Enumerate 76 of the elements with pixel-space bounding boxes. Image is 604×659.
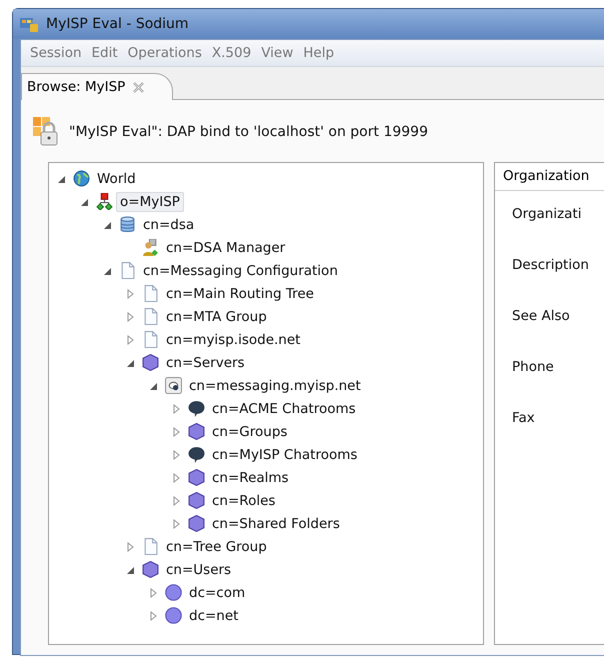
connection-message: "MyISP Eval": DAP bind to 'localhost' on port 19999 bbox=[69, 124, 428, 140]
expand-arrow-icon[interactable] bbox=[172, 450, 182, 460]
app-icon bbox=[20, 16, 38, 32]
document-icon bbox=[142, 331, 159, 348]
collapse-arrow-icon[interactable] bbox=[57, 174, 67, 184]
document-icon bbox=[142, 538, 159, 555]
collapse-arrow-icon[interactable] bbox=[126, 358, 136, 368]
section-tab[interactable]: Organization bbox=[495, 163, 604, 191]
expand-arrow-icon[interactable] bbox=[126, 334, 136, 344]
hierarchy-icon bbox=[96, 193, 113, 210]
collapse-arrow-icon[interactable] bbox=[103, 220, 113, 230]
expand-arrow-icon[interactable] bbox=[149, 588, 159, 598]
collapse-arrow-icon[interactable] bbox=[149, 380, 159, 390]
tree-item[interactable]: cn=Groups bbox=[208, 422, 292, 442]
collapse-arrow-icon[interactable] bbox=[103, 266, 113, 276]
editor-tab[interactable]: Browse: MyISP bbox=[21, 73, 174, 100]
tree-item[interactable]: cn=MyISP Chatrooms bbox=[208, 444, 362, 464]
tree-item[interactable]: cn=MTA Group bbox=[162, 306, 271, 326]
close-icon[interactable] bbox=[133, 82, 144, 92]
expand-arrow-icon[interactable] bbox=[126, 312, 136, 322]
document-icon bbox=[119, 262, 136, 279]
expand-arrow-icon[interactable] bbox=[126, 542, 136, 552]
tree-item[interactable]: dc=com bbox=[185, 582, 250, 602]
tree-item[interactable]: cn=Users bbox=[162, 560, 236, 580]
cube-icon bbox=[188, 492, 205, 509]
tree-item[interactable]: cn=Main Routing Tree bbox=[162, 284, 318, 304]
menu-item[interactable]: X.509 bbox=[206, 45, 256, 61]
menu-item[interactable]: Session bbox=[25, 45, 87, 61]
tree-item[interactable]: dc=net bbox=[185, 606, 242, 626]
tree-item[interactable]: cn=DSA Manager bbox=[162, 238, 290, 258]
expand-arrow-icon[interactable] bbox=[126, 288, 136, 298]
cube-icon bbox=[142, 561, 159, 578]
menu-item[interactable]: Operations bbox=[122, 45, 207, 61]
tree-item[interactable]: cn=Messaging Configuration bbox=[139, 260, 342, 280]
document-icon bbox=[142, 308, 159, 325]
tree-item[interactable]: World bbox=[93, 168, 140, 188]
collapse-arrow-icon[interactable] bbox=[126, 564, 136, 574]
expand-arrow-icon[interactable] bbox=[172, 472, 182, 482]
tree-item[interactable]: cn=messaging.myisp.net bbox=[185, 376, 365, 396]
speech-bubble-icon bbox=[188, 400, 205, 417]
cube-icon bbox=[188, 469, 205, 486]
expand-arrow-icon[interactable] bbox=[172, 426, 182, 436]
tree-item[interactable]: cn=Realms bbox=[208, 468, 293, 488]
field-label: Description bbox=[512, 257, 589, 273]
menu-item[interactable]: View bbox=[256, 45, 298, 61]
field-label: Phone bbox=[512, 359, 554, 375]
window-title: MyISP Eval - Sodium bbox=[46, 16, 189, 32]
expand-arrow-icon[interactable] bbox=[149, 610, 159, 620]
tree-item[interactable]: cn=Roles bbox=[208, 490, 280, 510]
field-label: Fax bbox=[512, 410, 535, 426]
expand-arrow-icon[interactable] bbox=[172, 518, 182, 528]
tree-item[interactable]: cn=myisp.isode.net bbox=[162, 330, 304, 350]
cube-icon bbox=[188, 423, 205, 440]
tree-item[interactable]: o=MyISP bbox=[116, 192, 184, 212]
menu-item[interactable]: Edit bbox=[86, 45, 123, 61]
tree-item[interactable]: cn=ACME Chatrooms bbox=[208, 398, 360, 418]
field-label: See Also bbox=[512, 308, 570, 324]
sphere-icon bbox=[165, 584, 182, 601]
sphere-icon bbox=[165, 607, 182, 624]
cube-icon bbox=[142, 354, 159, 371]
expand-arrow-icon[interactable] bbox=[172, 496, 182, 506]
menu-item[interactable]: Help bbox=[298, 45, 340, 61]
globe-icon bbox=[73, 170, 90, 187]
database-icon bbox=[119, 216, 136, 233]
field-label: Organizati bbox=[512, 206, 582, 222]
chat-window-icon bbox=[165, 377, 182, 394]
tree-item[interactable]: cn=Servers bbox=[162, 352, 249, 372]
person-icon bbox=[142, 239, 159, 256]
cube-icon bbox=[188, 515, 205, 532]
collapse-arrow-icon[interactable] bbox=[80, 196, 90, 206]
tree-item[interactable]: cn=dsa bbox=[139, 214, 198, 234]
tree-item[interactable]: cn=Shared Folders bbox=[208, 514, 344, 534]
tree-item[interactable]: cn=Tree Group bbox=[162, 536, 271, 556]
speech-bubble-icon bbox=[188, 446, 205, 463]
document-icon bbox=[142, 285, 159, 302]
expand-arrow-icon[interactable] bbox=[172, 404, 182, 414]
